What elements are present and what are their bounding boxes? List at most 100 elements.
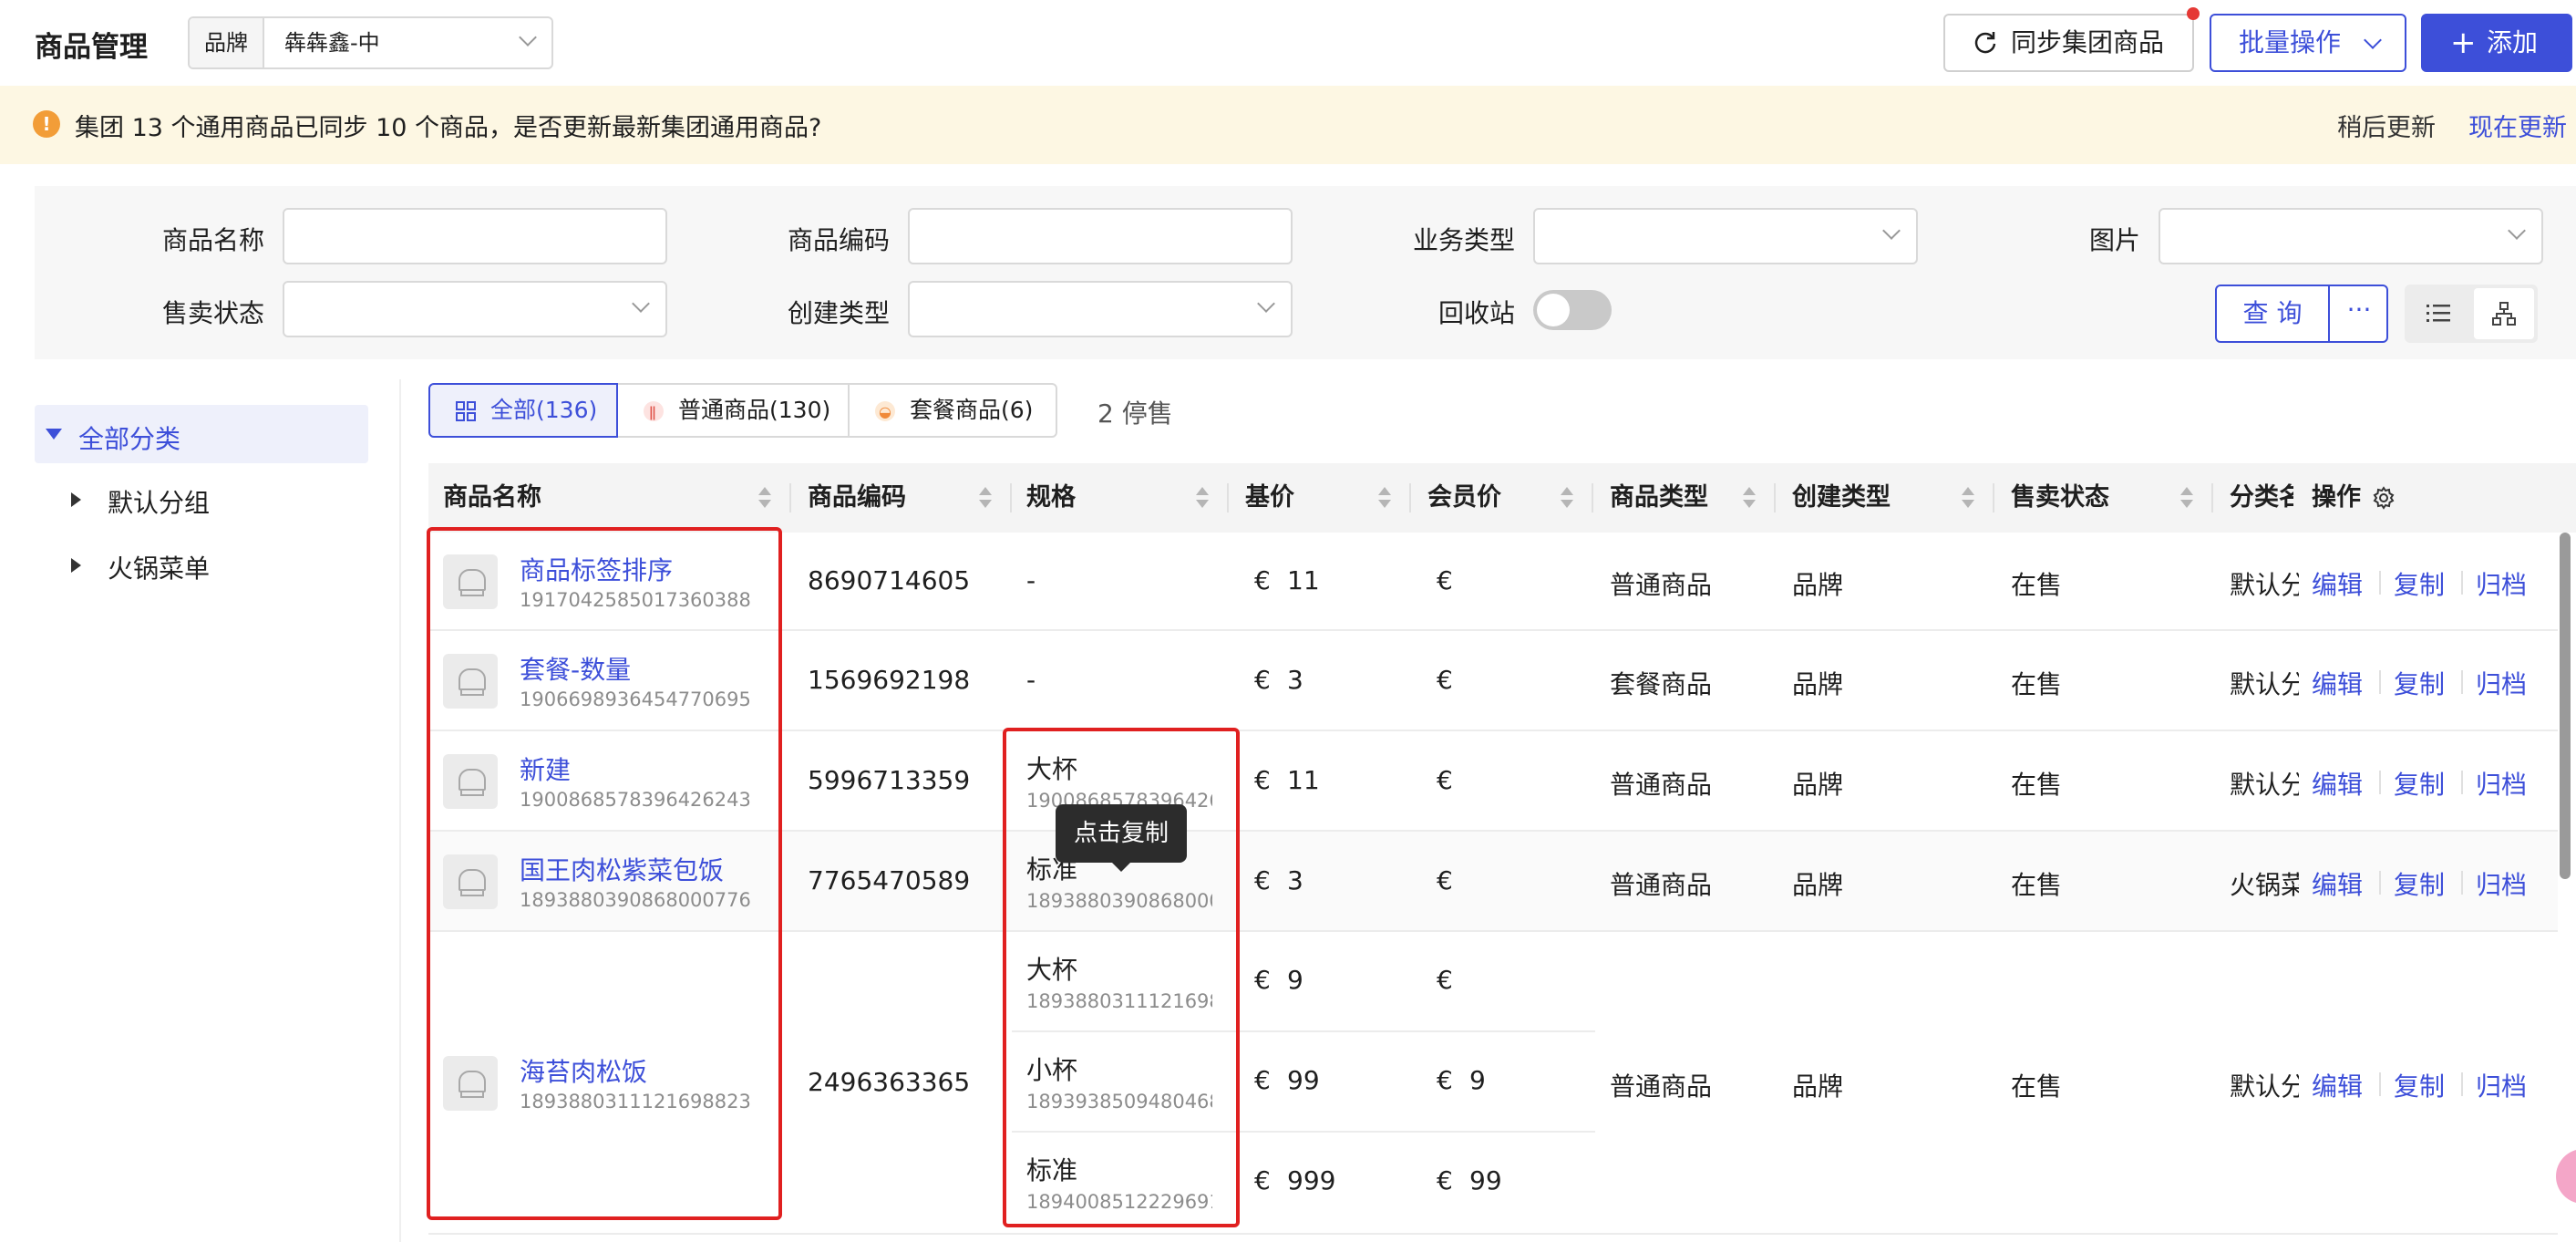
tab-all[interactable]: 全部(136) xyxy=(428,383,618,438)
table-scrollbar[interactable] xyxy=(2560,533,2571,879)
copy-link[interactable]: 复制 xyxy=(2394,865,2445,902)
product-name-link[interactable]: 新建 xyxy=(520,750,571,787)
product-id[interactable]: 1893880390868000776 xyxy=(520,889,751,911)
product-code[interactable]: 8690714605 xyxy=(808,565,970,595)
archive-link[interactable]: 归档 xyxy=(2476,1067,2527,1103)
caret-right-icon xyxy=(71,492,81,507)
update-later-link[interactable]: 稍后更新 xyxy=(2337,108,2436,143)
edit-link[interactable]: 编辑 xyxy=(2312,1067,2363,1103)
product-name-link[interactable]: 海苔肉松饭 xyxy=(520,1052,647,1089)
query-button-group[interactable]: 查 询 ··· xyxy=(2215,285,2388,343)
tab-combo[interactable]: ◒ 套餐商品(6) xyxy=(848,383,1057,438)
sort-icon[interactable] xyxy=(1962,487,1974,509)
product-code[interactable]: 7765470589 xyxy=(808,865,970,895)
image-select[interactable] xyxy=(2159,208,2543,264)
query-button[interactable]: 查 询 xyxy=(2217,286,2330,341)
product-name-input[interactable] xyxy=(283,208,667,264)
list-view-option[interactable] xyxy=(2408,288,2468,339)
product-name-link[interactable]: 商品标签排序 xyxy=(520,551,673,587)
category: 默认分组 xyxy=(2230,1071,2299,1102)
edit-link[interactable]: 编辑 xyxy=(2312,565,2363,602)
spec-id[interactable]: 1894008512229691392 xyxy=(1026,1191,1212,1213)
spec-id[interactable]: 1893880311121698823 xyxy=(1026,990,1212,1012)
sale-status: 在售 xyxy=(2011,570,2063,600)
copy-link[interactable]: 复制 xyxy=(2394,665,2445,701)
edit-link[interactable]: 编辑 xyxy=(2312,865,2363,902)
copy-link[interactable]: 复制 xyxy=(2394,765,2445,802)
tree-item-label: 默认分组 xyxy=(108,488,211,518)
col-create-type[interactable]: 创建类型 xyxy=(1792,463,1891,533)
spec-divider xyxy=(1012,1030,1595,1032)
recycle-bin-label: 回收站 xyxy=(1437,298,1515,328)
archive-link[interactable]: 归档 xyxy=(2476,765,2527,802)
sort-icon[interactable] xyxy=(758,487,771,509)
col-divider xyxy=(789,483,791,512)
col-divider xyxy=(1774,483,1776,512)
add-button[interactable]: + 添加 xyxy=(2421,14,2572,72)
settings-gear-icon[interactable] xyxy=(2372,486,2396,510)
sort-icon[interactable] xyxy=(1561,487,1573,509)
col-base-price[interactable]: 基价 xyxy=(1245,463,1294,533)
sort-icon[interactable] xyxy=(1743,487,1756,509)
product-type: 普通商品 xyxy=(1610,1071,1713,1102)
product-code-input[interactable] xyxy=(908,208,1293,264)
sort-icon[interactable] xyxy=(1196,487,1209,509)
tree-view-option[interactable] xyxy=(2474,288,2534,339)
product-name-link[interactable]: 套餐-数量 xyxy=(520,650,631,687)
sync-label: 同步集团商品 xyxy=(2011,27,2165,57)
sort-icon[interactable] xyxy=(1378,487,1391,509)
spec-value: 大杯 xyxy=(1026,955,1078,985)
col-spec[interactable]: 规格 xyxy=(1026,463,1076,533)
product-id[interactable]: 1917042585017360388 xyxy=(520,589,751,611)
base-price: 3 xyxy=(1287,665,1303,695)
create-type: 品牌 xyxy=(1792,770,1844,800)
copy-tooltip: 点击复制 xyxy=(1056,804,1187,872)
product-id[interactable]: 1906698936454770695 xyxy=(520,688,751,710)
currency-symbol: € xyxy=(1437,765,1453,795)
edit-link[interactable]: 编辑 xyxy=(2312,665,2363,701)
chevron-down-icon xyxy=(2508,222,2526,240)
product-id[interactable]: 1893880311121698823 xyxy=(520,1091,751,1113)
batch-ops-button[interactable]: 批量操作 xyxy=(2210,14,2406,72)
create-type-select[interactable] xyxy=(908,281,1293,337)
brand-select[interactable]: 品牌 犇犇鑫-中 xyxy=(188,16,553,69)
spec-value: 小杯 xyxy=(1026,1055,1078,1085)
tree-all-categories[interactable]: 全部分类 xyxy=(35,405,368,463)
utensils-icon: ǁ xyxy=(644,401,664,421)
col-divider xyxy=(1227,483,1229,512)
sync-group-button[interactable]: 同步集团商品 xyxy=(1943,14,2194,72)
stopped-count[interactable]: 2 停售 xyxy=(1097,394,1173,430)
col-product-code[interactable]: 商品编码 xyxy=(808,463,906,533)
col-member-price[interactable]: 会员价 xyxy=(1427,463,1501,533)
archive-link[interactable]: 归档 xyxy=(2476,665,2527,701)
recycle-bin-toggle[interactable] xyxy=(1533,290,1612,330)
sale-status-select[interactable] xyxy=(283,281,667,337)
product-code[interactable]: 2496363365 xyxy=(808,1067,970,1097)
col-category-label: 分类名 xyxy=(2230,483,2293,512)
action-divider xyxy=(2379,670,2381,694)
spec-id[interactable]: 1893938509480468480 xyxy=(1026,1091,1212,1113)
floating-assistant-icon[interactable] xyxy=(2556,1149,2576,1204)
col-sale-status[interactable]: 售卖状态 xyxy=(2011,463,2109,533)
create-type: 品牌 xyxy=(1792,570,1844,600)
chevron-down-icon xyxy=(2364,31,2382,49)
product-name-link[interactable]: 国王肉松紫菜包饭 xyxy=(520,851,724,887)
col-product-name[interactable]: 商品名称 xyxy=(443,463,541,533)
product-id[interactable]: 1900868578396426243 xyxy=(520,789,751,811)
product-code[interactable]: 1569692198 xyxy=(808,665,970,695)
copy-link[interactable]: 复制 xyxy=(2394,565,2445,602)
copy-link[interactable]: 复制 xyxy=(2394,1067,2445,1103)
sort-icon[interactable] xyxy=(2180,487,2193,509)
currency-symbol: € xyxy=(1254,865,1271,895)
spec-id[interactable]: 1893880390868000776 xyxy=(1026,890,1212,912)
business-type-select[interactable] xyxy=(1533,208,1918,264)
edit-link[interactable]: 编辑 xyxy=(2312,765,2363,802)
archive-link[interactable]: 归档 xyxy=(2476,865,2527,902)
product-code[interactable]: 5996713359 xyxy=(808,765,970,795)
archive-link[interactable]: 归档 xyxy=(2476,565,2527,602)
more-filters-button[interactable]: ··· xyxy=(2332,286,2386,341)
tab-regular[interactable]: ǁ 普通商品(130) xyxy=(616,383,850,438)
update-now-link[interactable]: 现在更新 xyxy=(2468,108,2567,143)
col-product-type[interactable]: 商品类型 xyxy=(1610,463,1708,533)
sort-icon[interactable] xyxy=(979,487,992,509)
